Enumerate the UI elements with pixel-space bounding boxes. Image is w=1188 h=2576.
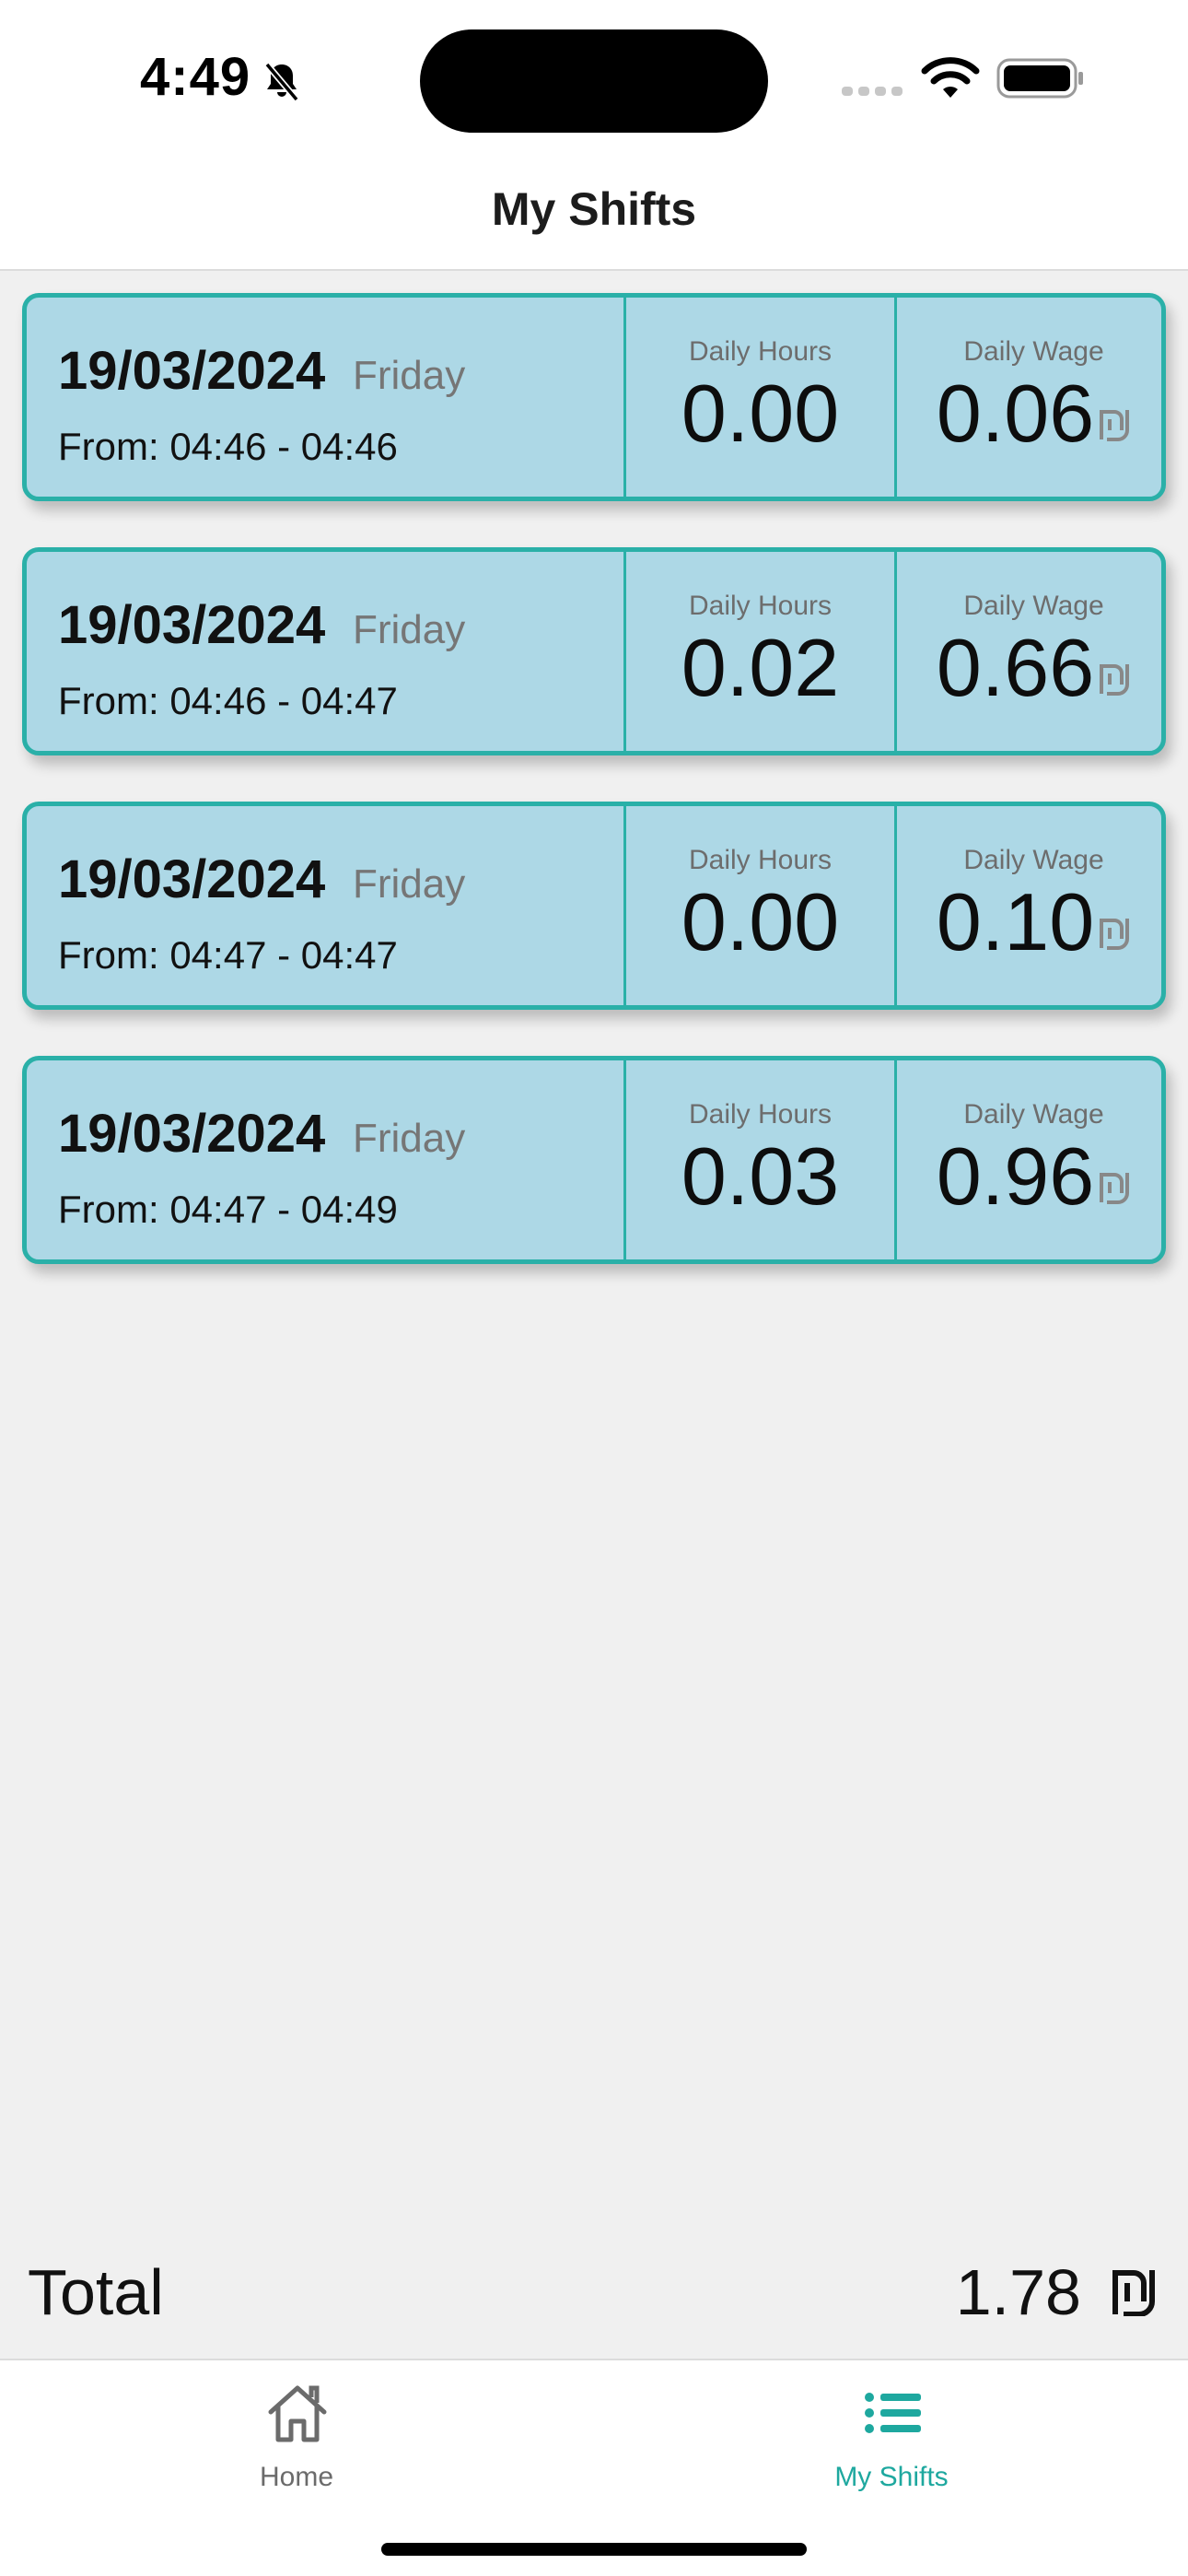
shift-time-range: From: 04:47 - 04:49 [58,1188,398,1231]
daily-wage-column: Daily Wage 0.10 [894,806,1161,1005]
status-time: 4:49 [140,47,251,107]
shift-card[interactable]: 19/03/2024 Friday From: 04:46 - 04:46 Da… [22,293,1166,501]
shift-day: Friday [353,607,466,652]
daily-hours-value: 0.00 [681,876,840,967]
daily-hours-column: Daily Hours 0.00 [623,298,894,497]
shift-time-range: From: 04:46 - 04:47 [58,679,398,722]
tab-home[interactable]: Home [177,2360,416,2508]
page-title: My Shifts [491,183,697,235]
daily-hours-label: Daily Hours [688,336,833,367]
shift-date: 19/03/2024 [58,595,326,655]
daily-wage: 0.06 [897,373,1161,454]
shift-info: 19/03/2024 Friday From: 04:47 - 04:47 [27,806,623,1005]
page-header: My Shifts [0,157,1188,271]
daily-wage: 0.96 [897,1136,1161,1217]
shift-info: 19/03/2024 Friday From: 04:46 - 04:47 [27,552,623,751]
daily-hours-value: 0.02 [681,622,840,713]
daily-wage-label: Daily Wage [963,591,1104,621]
shift-date: 19/03/2024 [58,1104,326,1164]
daily-wage-column: Daily Wage 0.96 [894,1060,1161,1259]
shift-day: Friday [353,861,466,907]
daily-wage-label: Daily Wage [963,336,1104,367]
shekel-icon [1100,1173,1130,1204]
shekel-icon [1112,2270,1155,2316]
daily-hours-value: 0.03 [681,1130,840,1222]
daily-hours-column: Daily Hours 0.00 [623,806,894,1005]
daily-hours-column: Daily Hours 0.03 [623,1060,894,1259]
shift-card[interactable]: 19/03/2024 Friday From: 04:47 - 04:49 Da… [22,1056,1166,1264]
tab-home-label: Home [259,2462,334,2492]
battery-icon [996,58,1083,99]
home-icon [268,2385,327,2442]
shekel-icon [1100,664,1130,696]
shift-info: 19/03/2024 Friday From: 04:46 - 04:46 [27,298,623,497]
daily-wage-value: 0.96 [936,1130,1095,1222]
total-value: 1.78 [955,2256,1081,2328]
shift-time-range: From: 04:46 - 04:46 [58,425,398,468]
tab-my-shifts-label: My Shifts [834,2462,949,2492]
total-label: Total [28,2256,164,2328]
shift-card[interactable]: 19/03/2024 Friday From: 04:47 - 04:47 Da… [22,802,1166,1010]
list-icon [865,2393,921,2433]
daily-wage-column: Daily Wage 0.06 [894,298,1161,497]
shekel-icon [1100,919,1130,950]
daily-wage: 0.66 [897,627,1161,708]
shift-info: 19/03/2024 Friday From: 04:47 - 04:49 [27,1060,623,1259]
daily-wage-value: 0.10 [936,876,1095,967]
daily-wage-value: 0.66 [936,622,1095,713]
home-indicator [381,2543,807,2556]
signal-icon [842,87,903,96]
daily-hours-value: 0.00 [681,368,840,459]
status-bar: 4:49 [0,0,1188,157]
daily-wage: 0.10 [897,882,1161,963]
wifi-icon [921,57,980,98]
dynamic-island [420,29,768,133]
daily-hours-label: Daily Hours [688,591,833,621]
shift-day: Friday [353,353,466,398]
daily-wage-label: Daily Wage [963,845,1104,875]
bell-slash-icon [264,62,299,102]
daily-wage-label: Daily Wage [963,1099,1104,1130]
daily-hours-label: Daily Hours [688,1099,833,1130]
shift-date: 19/03/2024 [58,341,326,401]
daily-wage-column: Daily Wage 0.66 [894,552,1161,751]
shift-card[interactable]: 19/03/2024 Friday From: 04:46 - 04:47 Da… [22,547,1166,755]
daily-wage-value: 0.06 [936,368,1095,459]
shekel-icon [1100,410,1130,441]
tab-my-shifts[interactable]: My Shifts [772,2360,1011,2508]
shift-time-range: From: 04:47 - 04:47 [58,933,398,977]
daily-hours-column: Daily Hours 0.02 [623,552,894,751]
shift-date: 19/03/2024 [58,849,326,909]
shift-day: Friday [353,1116,466,1161]
daily-hours-label: Daily Hours [688,845,833,875]
